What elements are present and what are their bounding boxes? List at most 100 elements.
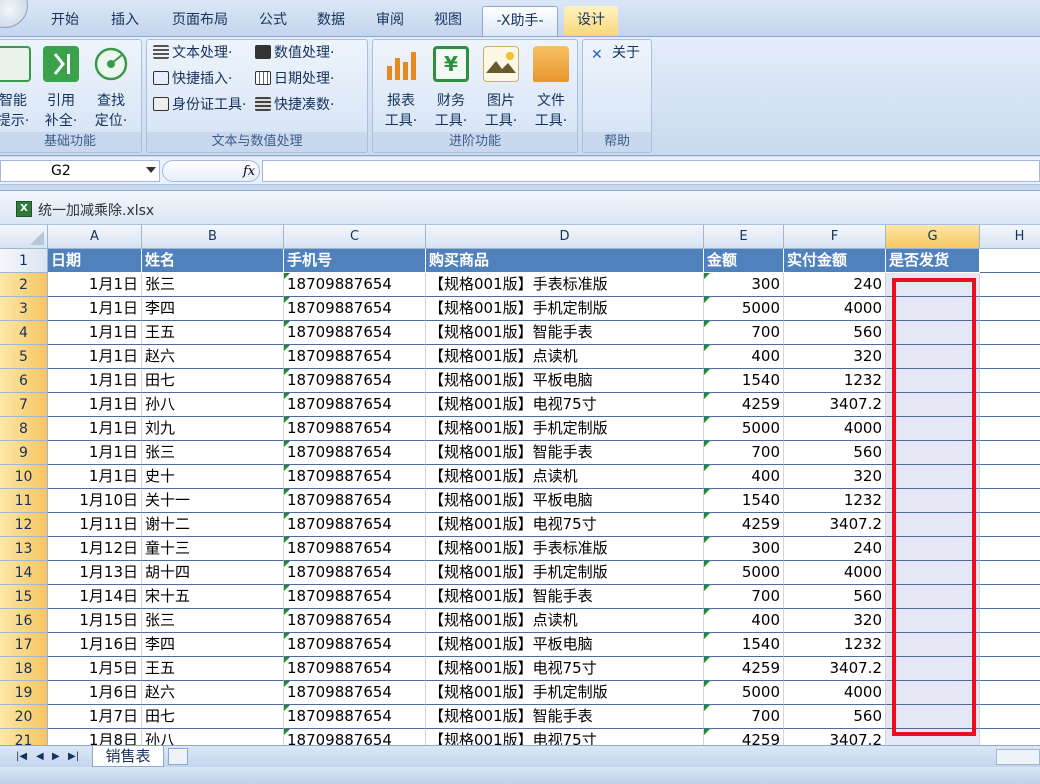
table-cell[interactable]: 18709887654: [284, 345, 426, 369]
table-header-cell[interactable]: 手机号: [284, 249, 426, 273]
table-cell[interactable]: [980, 273, 1040, 297]
table-cell[interactable]: 1月11日: [48, 513, 142, 537]
fx-icon[interactable]: fx: [243, 164, 255, 179]
find-locate-button[interactable]: 查找 定位·: [87, 42, 135, 130]
about-button[interactable]: ✕ 关于: [591, 42, 640, 64]
table-cell[interactable]: 3407.2: [784, 657, 886, 681]
row-header[interactable]: 5: [0, 345, 48, 369]
table-cell[interactable]: 【规格001版】手机定制版: [426, 417, 704, 441]
quick-insert-button[interactable]: 快捷插入·: [153, 68, 232, 90]
table-cell[interactable]: 18709887654: [284, 393, 426, 417]
spreadsheet-grid[interactable]: A B C D E F G H 1 2 3 4 5 6 7 8 9 10 11 12 13 14 15 16 17 18 19 20 2…: [0, 225, 1040, 745]
table-header-cell[interactable]: 姓名: [142, 249, 284, 273]
table-cell[interactable]: 1月1日: [48, 273, 142, 297]
table-cell[interactable]: 4000: [784, 417, 886, 441]
date-process-button[interactable]: 日期处理·: [255, 68, 334, 90]
table-cell[interactable]: 【规格001版】手表标准版: [426, 537, 704, 561]
table-cell[interactable]: 1月1日: [48, 393, 142, 417]
table-cell[interactable]: [980, 321, 1040, 345]
row-header[interactable]: 14: [0, 561, 48, 585]
table-cell[interactable]: 18709887654: [284, 273, 426, 297]
table-cell[interactable]: [886, 561, 980, 585]
table-cell[interactable]: 赵六: [142, 345, 284, 369]
tab-home[interactable]: 开始: [40, 6, 90, 36]
table-cell[interactable]: 18709887654: [284, 633, 426, 657]
table-cell[interactable]: 300: [704, 273, 784, 297]
table-cell[interactable]: [980, 513, 1040, 537]
table-cell[interactable]: [980, 633, 1040, 657]
table-cell[interactable]: 4259: [704, 513, 784, 537]
table-cell[interactable]: 18709887654: [284, 513, 426, 537]
table-cell[interactable]: [980, 585, 1040, 609]
table-cell[interactable]: 1月6日: [48, 681, 142, 705]
table-cell[interactable]: 【规格001版】智能手表: [426, 705, 704, 729]
table-cell[interactable]: 王五: [142, 321, 284, 345]
row-header[interactable]: 10: [0, 465, 48, 489]
table-cell[interactable]: [980, 705, 1040, 729]
row-header[interactable]: 16: [0, 609, 48, 633]
table-cell[interactable]: 【规格001版】点读机: [426, 465, 704, 489]
column-header-e[interactable]: E: [704, 225, 784, 249]
row-header[interactable]: 12: [0, 513, 48, 537]
table-cell[interactable]: 4000: [784, 561, 886, 585]
table-cell[interactable]: 1232: [784, 369, 886, 393]
table-cell[interactable]: 18709887654: [284, 657, 426, 681]
table-cell[interactable]: 18709887654: [284, 729, 426, 745]
table-cell[interactable]: [886, 537, 980, 561]
sheet-tab-sales[interactable]: 销售表: [92, 746, 164, 767]
ref-complete-button[interactable]: 引用 补全·: [37, 42, 85, 130]
column-header-h[interactable]: H: [980, 225, 1040, 249]
table-cell[interactable]: 孙八: [142, 729, 284, 745]
table-cell[interactable]: 1232: [784, 633, 886, 657]
table-header-cell[interactable]: 购买商品: [426, 249, 704, 273]
smart-hint-button[interactable]: 智能 提示·: [0, 42, 37, 130]
row-header[interactable]: 3: [0, 297, 48, 321]
table-cell[interactable]: 18709887654: [284, 297, 426, 321]
table-cell[interactable]: [886, 417, 980, 441]
table-cell[interactable]: [980, 417, 1040, 441]
table-cell[interactable]: 【规格001版】手机定制版: [426, 297, 704, 321]
table-cell[interactable]: [886, 297, 980, 321]
table-cell[interactable]: 1月16日: [48, 633, 142, 657]
table-cell[interactable]: [980, 657, 1040, 681]
table-cell[interactable]: 5000: [704, 417, 784, 441]
column-header-b[interactable]: B: [142, 225, 284, 249]
table-cell[interactable]: 【规格001版】电视75寸: [426, 729, 704, 745]
column-header-f[interactable]: F: [784, 225, 886, 249]
table-cell[interactable]: 18709887654: [284, 537, 426, 561]
file-tool-button[interactable]: 文件 工具·: [527, 42, 575, 130]
table-cell[interactable]: 【规格001版】平板电脑: [426, 489, 704, 513]
table-cell[interactable]: 700: [704, 321, 784, 345]
table-cell[interactable]: 1月1日: [48, 369, 142, 393]
table-cell[interactable]: 18709887654: [284, 441, 426, 465]
tab-x-helper[interactable]: -X助手-: [482, 6, 558, 36]
last-sheet-icon[interactable]: ▶|: [68, 751, 79, 762]
table-cell[interactable]: [886, 273, 980, 297]
table-cell[interactable]: 400: [704, 345, 784, 369]
column-header-d[interactable]: D: [426, 225, 704, 249]
table-header-cell[interactable]: 是否发货: [886, 249, 980, 273]
table-cell[interactable]: [886, 441, 980, 465]
formula-input[interactable]: [262, 160, 1040, 182]
table-cell[interactable]: 1月1日: [48, 465, 142, 489]
row-header[interactable]: 9: [0, 441, 48, 465]
table-cell[interactable]: 1月1日: [48, 345, 142, 369]
table-cell[interactable]: 300: [704, 537, 784, 561]
next-sheet-icon[interactable]: ▶: [52, 751, 60, 762]
table-cell[interactable]: 18709887654: [284, 489, 426, 513]
table-cell[interactable]: 700: [704, 705, 784, 729]
table-cell[interactable]: 1月8日: [48, 729, 142, 745]
table-cell[interactable]: 1月1日: [48, 297, 142, 321]
table-cell[interactable]: [980, 489, 1040, 513]
table-cell[interactable]: 1月5日: [48, 657, 142, 681]
table-cell[interactable]: 320: [784, 345, 886, 369]
row-header[interactable]: 17: [0, 633, 48, 657]
table-cell[interactable]: 田七: [142, 369, 284, 393]
table-cell[interactable]: 1月13日: [48, 561, 142, 585]
table-cell[interactable]: 18709887654: [284, 321, 426, 345]
table-cell[interactable]: 赵六: [142, 681, 284, 705]
tab-insert[interactable]: 插入: [100, 6, 150, 36]
table-cell[interactable]: 1540: [704, 489, 784, 513]
table-cell[interactable]: [886, 729, 980, 745]
table-cell[interactable]: 18709887654: [284, 585, 426, 609]
